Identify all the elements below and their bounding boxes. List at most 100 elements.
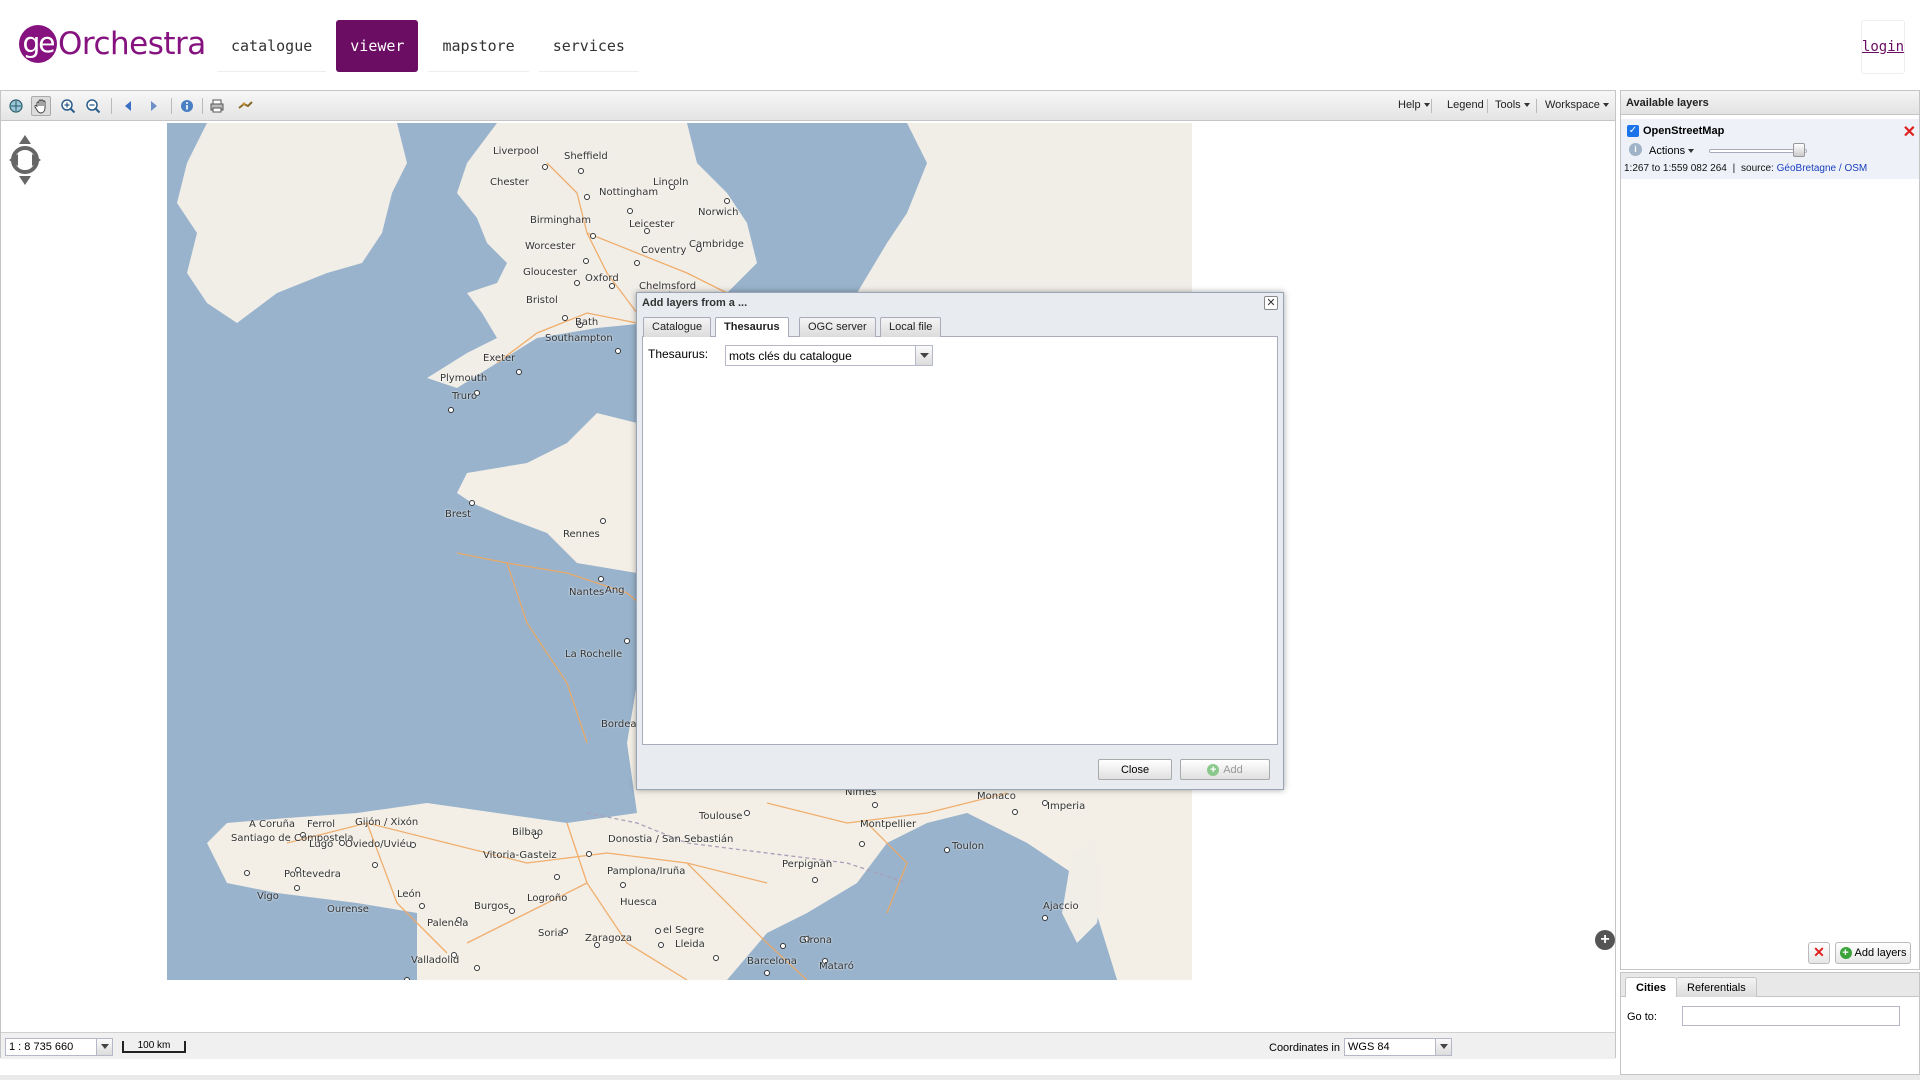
map-place-label: Gloucester bbox=[523, 267, 578, 278]
map-place-label: Montpellier bbox=[860, 819, 917, 830]
help-menu[interactable]: Help bbox=[1398, 99, 1430, 111]
tab-cities[interactable]: Cities bbox=[1625, 977, 1677, 997]
map-place-label: Southampton bbox=[545, 333, 613, 344]
tab-catalogue[interactable]: Catalogue bbox=[643, 317, 712, 337]
map-place-label: Huesca bbox=[620, 897, 657, 908]
legend-button[interactable]: Legend bbox=[1447, 99, 1484, 111]
nav-mapstore[interactable]: mapstore bbox=[428, 20, 529, 72]
layer-scale-range: 1:267 to 1:559 082 264 | source: GéoBret… bbox=[1624, 163, 1867, 174]
map-place-label: Bath bbox=[575, 317, 599, 328]
toolbar-separator bbox=[202, 98, 203, 114]
add-layers-label: Add layers bbox=[1854, 947, 1907, 959]
scale-range-text: 1:267 to 1:559 082 264 bbox=[1624, 163, 1727, 174]
map-place-label: Lleida bbox=[675, 939, 705, 950]
max-extent-icon[interactable] bbox=[6, 96, 26, 116]
pan-icon[interactable] bbox=[31, 96, 51, 116]
thesaurus-select[interactable]: mots clés du catalogue bbox=[725, 345, 933, 366]
map-place-label: Zaragoza bbox=[585, 933, 633, 944]
opacity-slider-thumb[interactable] bbox=[1793, 143, 1805, 157]
layer-actions-menu[interactable]: Actions bbox=[1649, 145, 1695, 157]
logo-text: Orchestra bbox=[58, 26, 206, 62]
logo-mark: ge bbox=[19, 25, 57, 63]
separator-text: | bbox=[1732, 163, 1736, 174]
info-icon[interactable] bbox=[177, 96, 197, 116]
add-layers-button[interactable]: + Add layers bbox=[1835, 942, 1911, 964]
map-place-label: el Segre bbox=[663, 925, 705, 936]
map-place-label: Worcester bbox=[525, 241, 576, 252]
map-place-label: Vigo bbox=[257, 891, 279, 902]
map-place-label: Logroño bbox=[527, 893, 568, 904]
map-place-label: Toulon bbox=[952, 841, 985, 852]
source-label: source: bbox=[1741, 163, 1774, 174]
map-place-label: Plymouth bbox=[440, 373, 488, 384]
goto-input[interactable] bbox=[1682, 1006, 1900, 1026]
tab-local-file[interactable]: Local file bbox=[880, 317, 942, 337]
map-place-label: Birmingham bbox=[530, 215, 591, 226]
chevron-down-icon[interactable] bbox=[915, 346, 932, 365]
map-place-label: Liverpool bbox=[493, 146, 539, 157]
map-place-label: Pamplona/Iruña bbox=[607, 866, 686, 877]
previous-view-icon[interactable] bbox=[118, 96, 138, 116]
search-tabs: Cities Referentials bbox=[1621, 973, 1919, 997]
map-place-label: Valladolid bbox=[411, 955, 460, 966]
dialog-tabs: Catalogue Thesaurus OGC server Local fil… bbox=[642, 317, 1278, 338]
map-place-label: Leicester bbox=[629, 219, 675, 230]
add-button[interactable]: + Add bbox=[1180, 759, 1270, 780]
login-link[interactable]: login bbox=[1861, 20, 1905, 74]
tab-thesaurus[interactable]: Thesaurus bbox=[715, 317, 789, 338]
map-place-label: Mataró bbox=[819, 961, 854, 972]
map-place-label: Gijón / Xixón bbox=[355, 817, 419, 828]
add-button-label: Add bbox=[1223, 763, 1243, 776]
map-place-label: Girona bbox=[799, 935, 833, 946]
layer-info-icon[interactable]: i bbox=[1629, 143, 1642, 156]
map-place-label: Burgos bbox=[474, 901, 509, 912]
map-place-label: Oviedo/Uviéu bbox=[345, 839, 413, 850]
thesaurus-label: Thesaurus: bbox=[648, 347, 709, 361]
scale-bar: 100 km bbox=[122, 1041, 186, 1053]
layer-row[interactable]: ✓ OpenStreetMap ✕ i Actions 1:267 to 1:5… bbox=[1621, 119, 1919, 179]
map-place-label: Soria bbox=[538, 928, 564, 939]
close-button[interactable]: Close bbox=[1098, 759, 1172, 780]
map-place-label: Imperia bbox=[1047, 801, 1086, 812]
map-place-label: Ajaccio bbox=[1043, 901, 1079, 912]
tab-ogc-server[interactable]: OGC server bbox=[799, 317, 876, 337]
measure-icon[interactable] bbox=[235, 96, 255, 116]
map-place-label: Truro bbox=[452, 391, 478, 402]
layer-visibility-checkbox[interactable]: ✓ bbox=[1627, 125, 1639, 137]
dialog-body: Thesaurus: mots clés du catalogue bbox=[642, 337, 1278, 745]
pan-zoom-control[interactable] bbox=[7, 133, 43, 187]
nav-catalogue[interactable]: catalogue bbox=[217, 20, 327, 72]
chevron-down-icon[interactable] bbox=[96, 1039, 112, 1055]
nav-viewer[interactable]: viewer bbox=[336, 20, 419, 72]
tab-referentials[interactable]: Referentials bbox=[1676, 977, 1757, 997]
projection-select[interactable]: WGS 84 bbox=[1344, 1038, 1452, 1056]
map-place-label: Ferrol bbox=[307, 819, 336, 830]
zoom-out-icon[interactable] bbox=[83, 96, 103, 116]
tools-menu[interactable]: Tools bbox=[1495, 99, 1530, 111]
remove-selected-button[interactable]: ✕ bbox=[1808, 942, 1830, 964]
georchestra-logo[interactable]: ge Orchestra bbox=[19, 24, 206, 64]
close-icon[interactable]: ✕ bbox=[1264, 296, 1278, 310]
main-nav: catalogue viewer mapstore services bbox=[217, 20, 639, 72]
map-place-label: Nottingham bbox=[599, 187, 659, 198]
chevron-down-icon[interactable] bbox=[1435, 1039, 1451, 1055]
scale-select[interactable]: 1 : 8 735 660 bbox=[5, 1038, 113, 1056]
expand-plus-icon[interactable]: + bbox=[1595, 930, 1615, 950]
close-button-label: Close bbox=[1120, 763, 1150, 776]
nav-services[interactable]: services bbox=[538, 20, 639, 72]
remove-layer-icon[interactable]: ✕ bbox=[1903, 122, 1916, 142]
map-place-label: Santiago de Compostela bbox=[231, 833, 354, 844]
add-icon: + bbox=[1207, 763, 1220, 776]
map-place-label: Sheffield bbox=[564, 151, 608, 162]
layers-panel: Available layers ✓ OpenStreetMap ✕ i Act… bbox=[1620, 90, 1920, 970]
print-icon[interactable] bbox=[207, 96, 227, 116]
layer-name: OpenStreetMap bbox=[1643, 125, 1725, 137]
map-place-label: Exeter bbox=[483, 353, 516, 364]
map-place-label: Vitoria-Gasteiz bbox=[483, 850, 557, 861]
zoom-in-icon[interactable] bbox=[58, 96, 78, 116]
map-place-label: Barcelona bbox=[747, 956, 797, 967]
next-view-icon[interactable] bbox=[144, 96, 164, 116]
toolbar-separator bbox=[171, 98, 172, 114]
source-link[interactable]: GéoBretagne / OSM bbox=[1777, 163, 1868, 174]
workspace-menu[interactable]: Workspace bbox=[1545, 99, 1609, 111]
